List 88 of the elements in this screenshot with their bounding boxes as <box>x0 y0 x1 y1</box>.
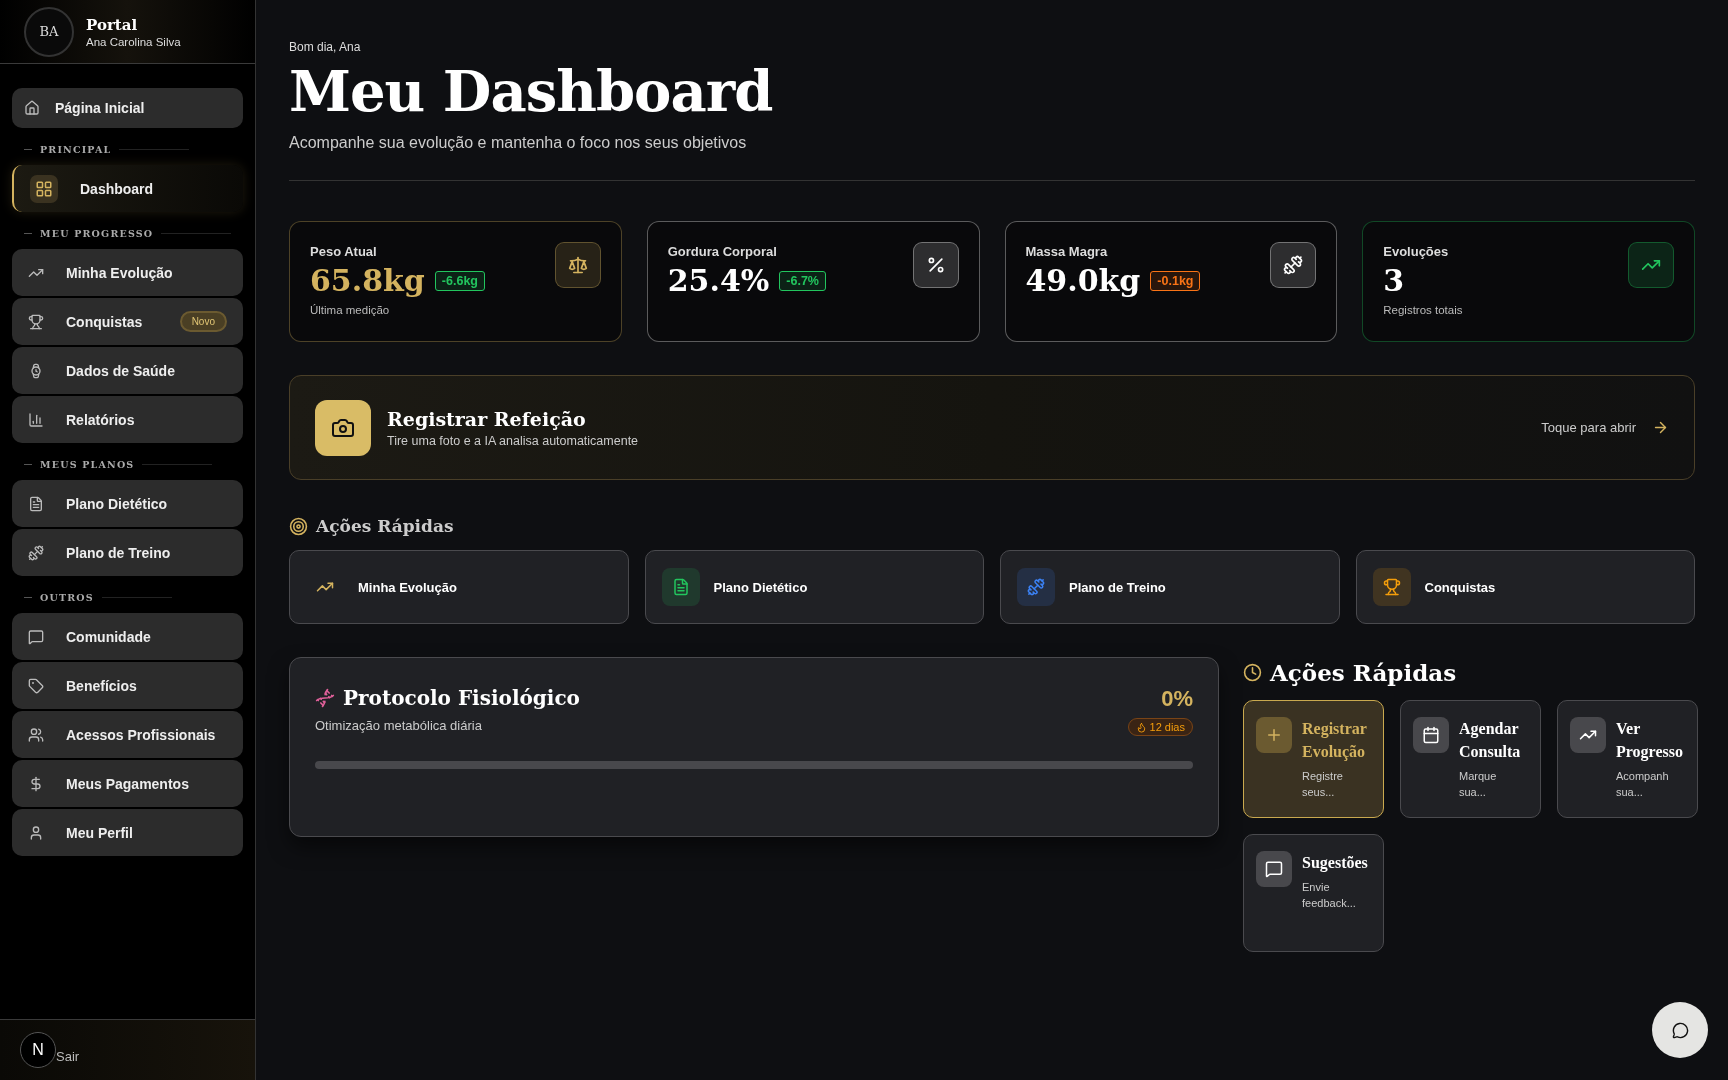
grid-icon <box>30 174 58 203</box>
stat-label: Peso Atual <box>310 244 378 259</box>
quick-action-card[interactable]: Conquistas <box>1355 550 1695 624</box>
quick-action-card[interactable]: Plano Dietético <box>644 550 984 624</box>
stat-value: 25.4% <box>667 263 770 298</box>
section-title: PRINCIPAL <box>40 144 112 155</box>
tile-text: Marque sua... <box>1459 769 1498 800</box>
chat-icon <box>28 628 44 645</box>
section-title: Ações Rápidas <box>1270 659 1457 686</box>
nav-item[interactable]: Comunidade <box>12 613 243 660</box>
trophy-icon <box>28 313 44 330</box>
open-hint: Toque para abrir <box>1541 420 1636 435</box>
dollar-icon <box>28 775 44 792</box>
shortcut-tile[interactable]: Sugestões Envie feedback... <box>1243 834 1384 952</box>
protocol-title: Protocolo Fisiológico <box>343 686 580 710</box>
tile-text: Acompanh sua... <box>1616 769 1670 800</box>
users-icon <box>28 726 44 743</box>
nav-item[interactable]: Página Inicial <box>12 88 243 128</box>
section-title: Ações Rápidas <box>316 516 454 536</box>
stat-value: 49.0kg <box>1025 263 1141 298</box>
stat-caption: Registros totais <box>1383 304 1464 316</box>
trend-up-icon <box>1570 717 1606 753</box>
shortcut-tile[interactable]: Agendar Consulta Marque sua... <box>1400 700 1541 818</box>
calendar-icon <box>1413 717 1449 753</box>
watch-icon <box>28 362 44 379</box>
nav-item[interactable]: Dashboard <box>12 165 243 212</box>
stat-caption: Última medição <box>310 304 391 316</box>
greeting: Bom dia, Ana <box>289 40 362 54</box>
tile-text: Envie feedback... <box>1302 880 1357 911</box>
clock-icon <box>1243 663 1262 682</box>
stat-change: -0.1kg <box>1150 270 1201 291</box>
nav-item[interactable]: Acessos Profissionais <box>12 711 243 758</box>
arrow-right-icon <box>1652 419 1669 436</box>
logo: BA <box>24 6 74 57</box>
home-icon <box>24 100 40 116</box>
shortcut-tile[interactable]: Registrar Evolução Registre seus... <box>1243 700 1384 818</box>
section-title: OUTROS <box>40 592 94 603</box>
tag-icon <box>28 677 44 694</box>
chat-icon <box>1256 851 1292 887</box>
user-icon <box>28 824 44 841</box>
chat-icon <box>1671 1021 1689 1039</box>
streak-badge: 12 dias <box>1127 718 1193 736</box>
stat-change: -6.6kg <box>434 270 485 291</box>
stat-change: -6.7% <box>779 270 826 291</box>
tile-title: Sugestões <box>1302 853 1368 874</box>
camera-icon <box>315 399 371 456</box>
page-subtitle: Acompanhe sua evolução e mantenha o foco nos seus objetivos <box>289 134 748 152</box>
nav-item[interactable]: Dados de Saúde <box>12 347 243 394</box>
stat-value: 65.8kg <box>310 263 425 298</box>
dna-icon <box>315 688 335 708</box>
nav-item[interactable]: Plano Dietético <box>12 480 243 527</box>
document-icon <box>28 495 44 512</box>
page-title: Meu Dashboard <box>289 58 774 124</box>
quick-action-card[interactable]: Plano de Treino <box>1000 550 1340 624</box>
protocol-subtitle: Otimização metabólica diária <box>315 718 483 733</box>
bar-chart-icon <box>28 411 44 428</box>
plus-icon <box>1256 717 1292 753</box>
shortcut-tile[interactable]: Ver Progresso Acompanh sua... <box>1557 700 1698 818</box>
target-icon <box>289 516 308 536</box>
chat-button[interactable] <box>1652 1002 1708 1058</box>
progress-percent: 0% <box>1161 686 1193 712</box>
tile-title: Agendar Consulta <box>1459 719 1522 763</box>
dumbbell-icon <box>28 544 44 561</box>
tile-text: Registre seus... <box>1302 769 1344 800</box>
section-title: MEUS PLANOS <box>40 459 135 470</box>
nav-item[interactable]: Relatórios <box>12 396 243 443</box>
nav-item[interactable]: Benefícios <box>12 662 243 709</box>
tile-title: Registrar Evolução <box>1302 719 1368 763</box>
section-title: MEU PROGRESSO <box>40 228 154 239</box>
tile-title: Ver Progresso <box>1616 719 1684 763</box>
nav-item[interactable]: Minha Evolução <box>12 249 243 296</box>
stat-value: 3 <box>1383 263 1405 298</box>
nav-item[interactable]: Meu Perfil <box>12 809 243 856</box>
nav-item[interactable]: Plano de Treino <box>12 529 243 576</box>
logout-link[interactable]: Sair <box>56 1048 80 1064</box>
new-badge: Novo <box>179 311 227 332</box>
avatar: N <box>20 1032 56 1068</box>
meal-card[interactable]: Registrar Refeição Tire uma foto e a IA analisa automaticamente Toque para abrir <box>289 375 1695 480</box>
meal-title: Registrar Refeição <box>387 407 587 430</box>
meal-subtitle: Tire uma foto e a IA analisa automaticamente <box>387 433 639 448</box>
stat-label: Gordura Corporal <box>667 244 778 259</box>
nav-item[interactable]: Conquistas Novo <box>12 298 243 345</box>
nav-item[interactable]: Meus Pagamentos <box>12 760 243 807</box>
quick-action-card[interactable]: Minha Evolução <box>289 550 629 624</box>
portal-title: Portal <box>86 15 139 34</box>
stat-label: Evoluções <box>1383 244 1450 259</box>
stat-label: Massa Magra <box>1025 244 1109 259</box>
user-name: Ana Carolina Silva <box>86 35 181 48</box>
